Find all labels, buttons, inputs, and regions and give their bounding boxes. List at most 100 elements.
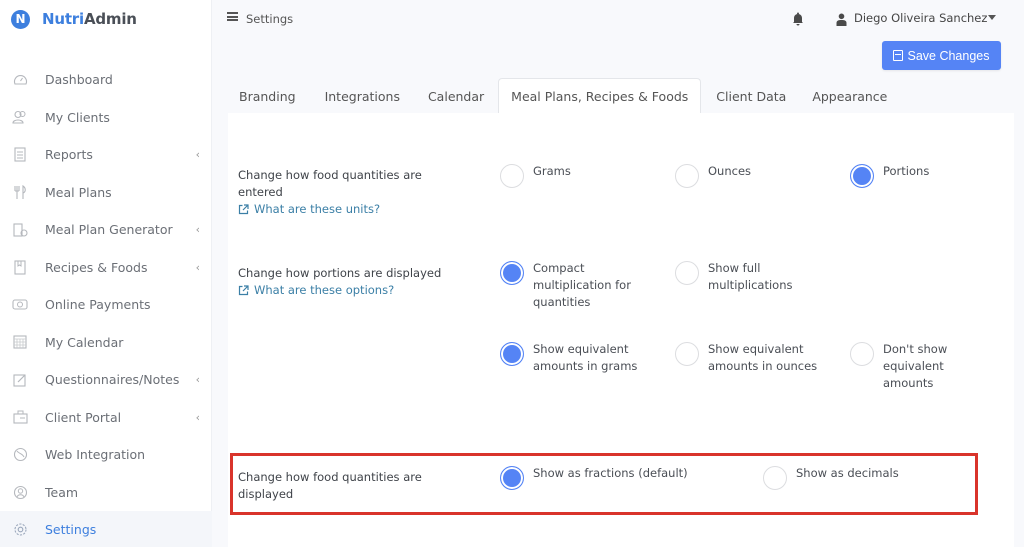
globe-icon bbox=[12, 447, 28, 463]
sidebar-item-label: Settings bbox=[45, 522, 97, 538]
external-link-icon bbox=[238, 203, 249, 214]
save-changes-button[interactable]: Save Changes bbox=[882, 41, 1001, 70]
options-help-link[interactable]: What are these options? bbox=[238, 283, 394, 297]
radio-label: Don't show equivalent amounts bbox=[883, 342, 948, 390]
calendar-icon bbox=[12, 334, 28, 350]
sidebar-item-team[interactable]: Team bbox=[0, 474, 212, 512]
chevron-left-icon: ‹ bbox=[195, 410, 200, 424]
sidebar-item-meal-plan-generator[interactable]: Meal Plan Generator ‹ bbox=[0, 211, 212, 249]
book-icon bbox=[12, 259, 28, 275]
tab-meal-plans-recipes-foods[interactable]: Meal Plans, Recipes & Foods bbox=[498, 78, 702, 114]
radio-circle[interactable] bbox=[500, 164, 524, 188]
logo-icon: N bbox=[11, 9, 30, 29]
radio-label: Portions bbox=[883, 164, 930, 178]
tab-label: Meal Plans, Recipes & Foods bbox=[511, 89, 689, 104]
user-menu[interactable]: Diego Oliveira Sanchez bbox=[854, 11, 987, 25]
radio-grams[interactable]: Grams bbox=[500, 164, 571, 188]
sidebar-item-my-clients[interactable]: My Clients bbox=[0, 99, 212, 137]
sidebar-item-label: Web Integration bbox=[45, 447, 146, 463]
radio-compact-multiplication[interactable]: Compact multiplication for quantities bbox=[500, 261, 653, 311]
sidebar-item-meal-plans[interactable]: Meal Plans bbox=[0, 174, 212, 212]
sidebar-item-reports[interactable]: Reports ‹ bbox=[0, 136, 212, 174]
radio-ounces[interactable]: Ounces bbox=[675, 164, 751, 188]
sidebar-item-label: Online Payments bbox=[45, 297, 151, 313]
edit-icon bbox=[12, 372, 28, 388]
app-name-part2: Admin bbox=[83, 10, 137, 28]
sidebar-item-settings[interactable]: Settings bbox=[0, 511, 212, 547]
tab-appearance[interactable]: Appearance bbox=[800, 78, 898, 114]
settings-tabs: Branding Integrations Calendar Meal Plan… bbox=[228, 78, 898, 114]
food-entry-label: Change how food quantities are entered bbox=[238, 168, 422, 199]
sidebar-item-dashboard[interactable]: Dashboard bbox=[0, 61, 212, 99]
help-link-text: What are these options? bbox=[254, 283, 395, 297]
radio-fractions[interactable]: Show as fractions (default) bbox=[500, 466, 688, 490]
radio-circle[interactable] bbox=[763, 466, 787, 490]
quantity-display-label: Change how food quantities are displayed bbox=[238, 470, 422, 501]
team-icon bbox=[12, 484, 28, 500]
radio-label: Show as decimals bbox=[796, 466, 899, 480]
app-name-part1: Nutri bbox=[42, 10, 84, 28]
radio-equivalent-grams[interactable]: Show equivalent amounts in grams bbox=[500, 342, 658, 375]
radio-label: Show equivalent amounts in ounces bbox=[708, 342, 818, 373]
tab-branding[interactable]: Branding bbox=[228, 78, 307, 114]
topbar: Settings Diego Oliveira Sanchez bbox=[213, 0, 1024, 38]
external-link-icon bbox=[238, 284, 249, 295]
radio-circle[interactable] bbox=[500, 261, 524, 285]
radio-circle[interactable] bbox=[500, 466, 524, 490]
sidebar-item-label: Recipes & Foods bbox=[45, 259, 148, 275]
radio-label: Ounces bbox=[708, 164, 752, 178]
sidebar-item-label: Reports bbox=[45, 147, 93, 163]
tab-label: Calendar bbox=[427, 88, 485, 104]
clients-icon bbox=[12, 109, 28, 125]
radio-no-equivalent[interactable]: Don't show equivalent amounts bbox=[850, 342, 963, 392]
sidebar-item-label: Meal Plans bbox=[45, 184, 112, 200]
portions-display-label: Change how portions are displayed bbox=[238, 266, 442, 280]
radio-label: Show as fractions (default) bbox=[533, 466, 688, 480]
sidebar-item-label: Questionnaires/Notes bbox=[45, 372, 180, 388]
radio-circle[interactable] bbox=[850, 164, 874, 188]
radio-circle[interactable] bbox=[675, 164, 699, 188]
bell-icon[interactable] bbox=[791, 11, 805, 26]
sidebar-item-questionnaires-notes[interactable]: Questionnaires/Notes ‹ bbox=[0, 361, 212, 399]
generator-icon bbox=[12, 222, 28, 238]
save-button-label: Save Changes bbox=[907, 48, 990, 63]
tab-calendar[interactable]: Calendar bbox=[414, 78, 498, 114]
sidebar-item-my-calendar[interactable]: My Calendar bbox=[0, 324, 212, 362]
sidebar-item-online-payments[interactable]: Online Payments bbox=[0, 286, 212, 324]
brand-logo[interactable]: N NutriAdmin bbox=[11, 8, 137, 30]
save-icon bbox=[893, 50, 904, 61]
app-name: NutriAdmin bbox=[42, 10, 137, 28]
radio-label: Show equivalent amounts in grams bbox=[533, 342, 638, 373]
tab-client-data[interactable]: Client Data bbox=[701, 78, 800, 114]
radio-decimals[interactable]: Show as decimals bbox=[763, 466, 899, 490]
sidebar-item-label: My Clients bbox=[45, 109, 110, 125]
sidebar-item-label: My Calendar bbox=[45, 334, 124, 350]
help-link-text: What are these units? bbox=[254, 202, 381, 216]
sidebar-item-web-integration[interactable]: Web Integration bbox=[0, 436, 212, 474]
radio-equivalent-ounces[interactable]: Show equivalent amounts in ounces bbox=[675, 342, 838, 375]
radio-circle[interactable] bbox=[675, 342, 699, 366]
sidebar-item-recipes-foods[interactable]: Recipes & Foods ‹ bbox=[0, 249, 212, 287]
gear-icon bbox=[12, 522, 28, 538]
radio-portions[interactable]: Portions bbox=[850, 164, 929, 188]
chevron-left-icon: ‹ bbox=[195, 223, 200, 237]
chevron-left-icon: ‹ bbox=[195, 373, 200, 387]
chevron-left-icon: ‹ bbox=[195, 260, 200, 274]
units-help-link[interactable]: What are these units? bbox=[238, 202, 380, 216]
sidebar-item-client-portal[interactable]: Client Portal ‹ bbox=[0, 399, 212, 437]
chevron-left-icon: ‹ bbox=[195, 148, 200, 162]
radio-circle[interactable] bbox=[500, 342, 524, 366]
fork-knife-icon bbox=[12, 184, 28, 200]
sidebar-item-label: Client Portal bbox=[45, 409, 122, 425]
tab-integrations[interactable]: Integrations bbox=[307, 78, 414, 114]
dashboard-icon bbox=[12, 72, 28, 88]
radio-circle[interactable] bbox=[675, 261, 699, 285]
radio-circle[interactable] bbox=[850, 342, 874, 366]
breadcrumb: Settings bbox=[246, 12, 294, 26]
radio-full-multiplications[interactable]: Show full multiplications bbox=[675, 261, 818, 294]
tab-label: Integrations bbox=[324, 88, 400, 104]
hamburger-menu-icon[interactable] bbox=[227, 12, 238, 21]
sidebar-item-label: Team bbox=[45, 484, 79, 500]
sidebar: N NutriAdmin Dashboard My Clients Report… bbox=[0, 0, 212, 547]
caret-down-icon[interactable] bbox=[988, 15, 996, 20]
